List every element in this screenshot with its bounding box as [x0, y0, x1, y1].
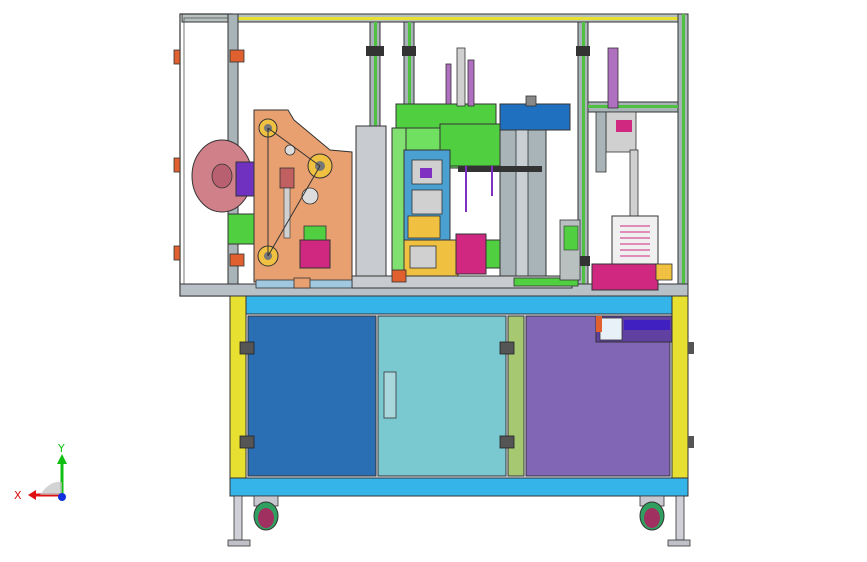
x-axis-head: [28, 490, 36, 500]
axis-triad[interactable]: Y X: [10, 440, 80, 510]
y-axis-label: Y: [57, 442, 65, 455]
z-axis-dot: [58, 493, 66, 501]
machine-model[interactable]: [0, 0, 867, 562]
drive-plate: [253, 109, 353, 283]
x-axis-label: X: [14, 489, 22, 502]
right-feeder: [591, 47, 673, 291]
cabinet: [229, 295, 694, 497]
label-roll-assembly: [191, 139, 265, 245]
feet-and-casters: [227, 495, 691, 547]
triad-plane: [40, 481, 62, 495]
y-axis-head: [57, 454, 67, 464]
cad-viewport[interactable]: Y X: [0, 0, 867, 562]
